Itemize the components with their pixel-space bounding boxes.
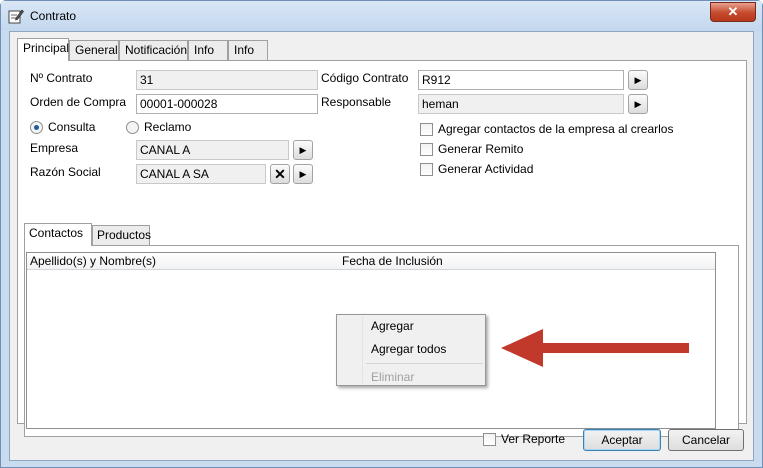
consulta-radio[interactable] [30,121,43,134]
column-header-nombre[interactable]: Apellido(s) y Nombre(s) [30,254,156,268]
empresa-select-button[interactable]: ▶ [293,140,313,160]
aceptar-button[interactable]: Aceptar [583,429,661,451]
menu-gutter [362,317,363,383]
clear-x-icon: ✕ [274,166,286,182]
codigo-contrato-select-button[interactable]: ▶ [628,70,648,90]
menu-item-agregar[interactable]: Agregar [371,319,414,333]
column-header-fecha[interactable]: Fecha de Inclusión [342,254,443,268]
agregar-contactos-label: Agregar contactos de la empresa al crear… [438,122,674,136]
empresa-field[interactable]: CANAL A [136,140,289,160]
close-button[interactable]: ✕ [710,2,756,22]
razon-social-label: Razón Social [30,165,101,179]
triangle-right-icon: ▶ [299,145,307,155]
triangle-right-icon: ▶ [299,169,307,179]
triangle-right-icon: ▶ [634,99,642,109]
triangle-right-icon: ▶ [634,75,642,85]
tab-contactos[interactable]: Contactos [24,223,92,246]
ver-reporte-label: Ver Reporte [501,432,566,446]
generar-actividad-checkbox[interactable] [420,163,433,176]
title-bar[interactable]: Contrato ✕ [1,1,762,31]
tab-principal[interactable]: Principal [17,38,69,61]
ver-reporte-checkbox[interactable] [483,433,496,446]
tab-info-2[interactable]: Info 2 [228,40,268,75]
generar-remito-label: Generar Remito [438,142,524,156]
orden-compra-field[interactable]: 00001-000028 [136,94,318,114]
generar-remito-checkbox[interactable] [420,143,433,156]
reclamo-radio[interactable] [126,121,139,134]
razon-social-field[interactable]: CANAL A SA [136,164,266,184]
nro-contrato-field[interactable]: 31 [136,70,318,90]
grid-header: Apellido(s) y Nombre(s) Fecha de Inclusi… [27,253,715,270]
agregar-contactos-checkbox[interactable] [420,123,433,136]
context-menu: Agregar Agregar todos Eliminar [336,314,486,386]
razon-social-clear-button[interactable]: ✕ [270,164,290,184]
menu-item-eliminar[interactable]: Eliminar [371,370,414,384]
razon-social-select-button[interactable]: ▶ [293,164,313,184]
generar-actividad-label: Generar Actividad [438,162,534,176]
codigo-contrato-field[interactable]: R912 [418,70,624,90]
responsable-label: Responsable [321,95,392,109]
cancelar-button[interactable]: Cancelar [668,429,744,451]
red-arrow-left-icon [501,329,689,367]
menu-item-agregar-todos[interactable]: Agregar todos [371,342,446,356]
tab-info[interactable]: Info [188,40,228,60]
reclamo-radio-label: Reclamo [144,120,192,134]
tab-notificacion[interactable]: Notificación [119,40,188,60]
dialog-client-area: Principal General Notificación Info Info… [9,31,754,461]
nro-contrato-label: Nº Contrato [30,71,93,85]
window-title: Contrato [30,9,77,23]
consulta-radio-label: Consulta [48,120,96,134]
codigo-contrato-label: Código Contrato [321,71,409,85]
responsable-field[interactable]: heman [418,94,624,114]
close-icon: ✕ [727,4,739,19]
responsable-select-button[interactable]: ▶ [628,94,648,114]
app-edit-icon [8,9,24,24]
orden-compra-label: Orden de Compra [30,95,127,109]
menu-separator [366,363,483,364]
tab-productos[interactable]: Productos [92,225,151,245]
contrato-dialog: Contrato ✕ Principal General Notificació… [0,0,763,468]
empresa-label: Empresa [30,141,79,155]
tab-general[interactable]: General [69,40,119,60]
